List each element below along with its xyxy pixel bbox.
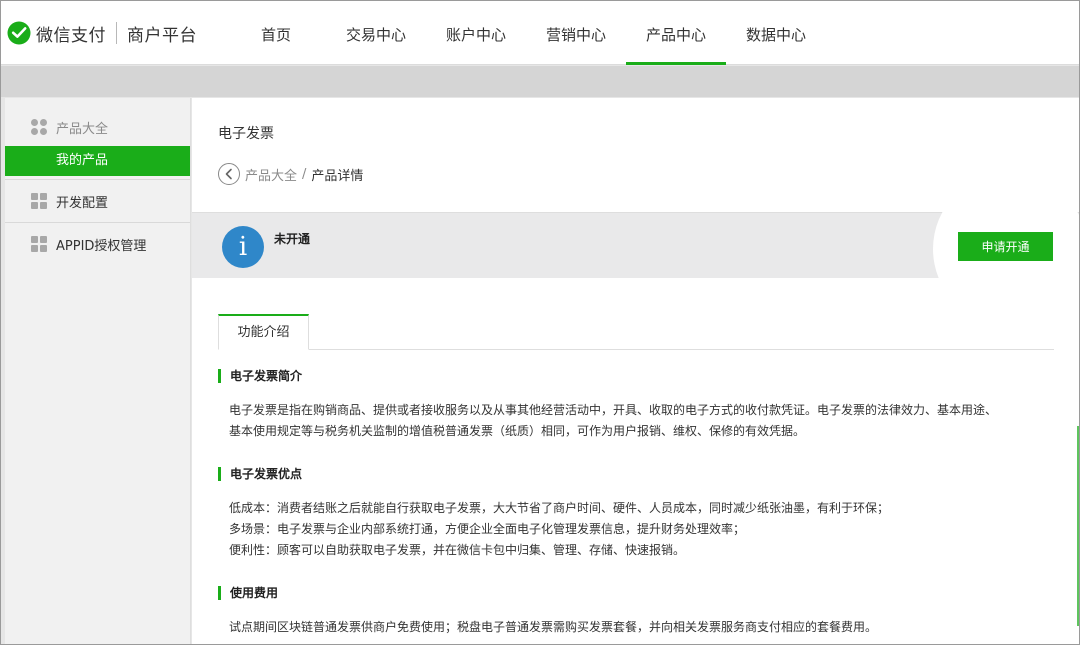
grid-icon: [31, 236, 47, 252]
sidebar-group-products: 产品大全 我的产品: [5, 106, 190, 180]
brand-divider: [116, 22, 117, 44]
sidebar-item-dev-config[interactable]: 开发配置: [5, 180, 190, 222]
section-body-advantages: 低成本：消费者结账之后就能自行获取电子发票，大大节省了商户时间、硬件、人员成本，…: [229, 498, 1059, 561]
sidebar-item-appid[interactable]: APPID授权管理: [5, 223, 190, 265]
breadcrumb-current: 产品详情: [311, 168, 364, 184]
sidebar-item-label: 开发配置: [56, 195, 109, 211]
main-content: 电子发票 产品大全 / 产品详情 i 未开通 申请开通 功能介绍 电子发票简介 …: [192, 98, 1079, 644]
brand-logo[interactable]: 微信支付 商户平台: [7, 20, 197, 46]
text-line: 多场景：电子发票与企业内部系统打通，方便企业全面电子化管理发票信息，提升财务处理…: [229, 522, 746, 536]
sidebar-item-my-products[interactable]: 我的产品: [5, 146, 190, 176]
chevron-left-icon: [225, 168, 232, 180]
section-title-fees: 使用费用: [218, 586, 278, 600]
brand-name: 微信支付: [36, 25, 106, 46]
sidebar-item-label: 产品大全: [56, 121, 109, 137]
text-line: 低成本：消费者结账之后就能自行获取电子发票，大大节省了商户时间、硬件、人员成本，…: [229, 501, 890, 515]
sidebar-group-dev: 开发配置: [5, 180, 190, 223]
breadcrumb-link-products[interactable]: 产品大全: [245, 165, 297, 184]
apply-activation-button[interactable]: 申请开通: [958, 232, 1053, 261]
sidebar-item-label: APPID授权管理: [56, 238, 147, 254]
breadcrumb-separator: /: [302, 166, 307, 182]
nav-products[interactable]: 产品中心: [626, 1, 726, 65]
grid-icon: [31, 193, 47, 209]
text-line: 基本使用规定等与税务机关监制的增值税普通发票（纸质）相同，可作为用户报销、维权、…: [229, 424, 806, 438]
wechat-pay-logo-icon: [7, 21, 31, 45]
text-line: 电子发票是指在购销商品、提供或者接收服务以及从事其他经营活动中，开具、收取的电子…: [229, 403, 998, 417]
status-text: 未开通: [274, 232, 311, 246]
nav-data[interactable]: 数据中心: [726, 1, 826, 65]
tab-feature-intro[interactable]: 功能介绍: [218, 314, 309, 350]
back-button[interactable]: [218, 163, 240, 185]
section-title-advantages: 电子发票优点: [218, 467, 302, 481]
page-title: 电子发票: [218, 126, 274, 142]
nav-transactions[interactable]: 交易中心: [326, 1, 426, 65]
top-navigation-bar: 微信支付 商户平台 首页 交易中心 账户中心 营销中心 产品中心 数据中心: [1, 1, 1079, 65]
tab-bar: 功能介绍: [218, 314, 1054, 350]
breadcrumb: 产品大全 / 产品详情: [218, 163, 363, 185]
apps-icon: [31, 119, 47, 135]
text-line: 便利性：顾客可以自助获取电子发票，并在微信卡包中归集、管理、存储、快速报销。: [229, 543, 686, 557]
sidebar: 产品大全 我的产品 开发配置 APPID授权管理: [5, 98, 191, 644]
nav-home[interactable]: 首页: [226, 1, 326, 65]
header-band: [1, 66, 1079, 97]
sidebar-item-all-products[interactable]: 产品大全: [5, 106, 190, 146]
sidebar-group-appid: APPID授权管理: [5, 223, 190, 265]
section-body-fees: 试点期间区块链普通发票供商户免费使用；税盘电子普通发票需购买发票套餐，并向相关发…: [229, 617, 1059, 638]
platform-name: 商户平台: [127, 25, 197, 46]
info-icon: i: [222, 226, 264, 268]
app-window: 微信支付 商户平台 首页 交易中心 账户中心 营销中心 产品中心 数据中心 产品…: [0, 0, 1080, 645]
nav-marketing[interactable]: 营销中心: [526, 1, 626, 65]
section-body-intro: 电子发票是指在购销商品、提供或者接收服务以及从事其他经营活动中，开具、收取的电子…: [229, 400, 1059, 442]
nav-account[interactable]: 账户中心: [426, 1, 526, 65]
section-title-intro: 电子发票简介: [218, 369, 302, 383]
main-nav: 首页 交易中心 账户中心 营销中心 产品中心 数据中心: [226, 1, 826, 65]
text-line: 试点期间区块链普通发票供商户免费使用；税盘电子普通发票需购买发票套餐，并向相关发…: [229, 620, 878, 634]
